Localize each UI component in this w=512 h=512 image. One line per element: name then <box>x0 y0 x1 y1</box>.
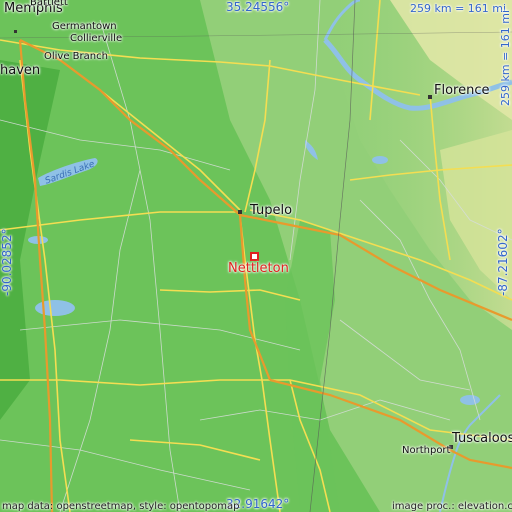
location-marker <box>250 252 259 261</box>
place-name[interactable]: Nettleton <box>228 262 289 275</box>
city-germantown[interactable]: Germantown <box>52 22 117 32</box>
coord-right: -87.21602° <box>496 228 510 296</box>
city-northport[interactable]: Northport <box>402 446 450 456</box>
coord-top: 35.24556° <box>226 0 290 14</box>
image-credit: image proc.: elevation.city <box>392 501 512 512</box>
scale-label-top: 259 km = 161 mi <box>410 2 507 15</box>
memphis-dot <box>14 30 17 33</box>
city-collierville[interactable]: Collierville <box>70 34 122 44</box>
city-horn-lake[interactable]: haven <box>0 64 40 77</box>
grenada-lake <box>35 300 75 316</box>
city-tupelo[interactable]: Tupelo <box>250 204 292 217</box>
city-tuscaloosa[interactable]: Tuscaloosa <box>452 432 512 445</box>
lake-east-1 <box>372 156 388 164</box>
scale-label-right: 259 km = 161 mi <box>499 9 512 106</box>
terrain-layer <box>0 0 512 512</box>
tupelo-dot <box>238 210 242 214</box>
coord-left: -90.02852° <box>0 228 14 296</box>
florence-dot <box>428 95 432 99</box>
city-bartlett[interactable]: Bartlett <box>30 0 68 8</box>
city-olive-branch[interactable]: Olive Branch <box>44 52 108 62</box>
map-credit: map data: openstreetmap, style: opentopo… <box>2 501 240 512</box>
map-canvas[interactable]: Memphis Bartlett Germantown Collierville… <box>0 0 512 512</box>
city-florence[interactable]: Florence <box>434 84 490 97</box>
lake-southeast <box>460 395 480 405</box>
